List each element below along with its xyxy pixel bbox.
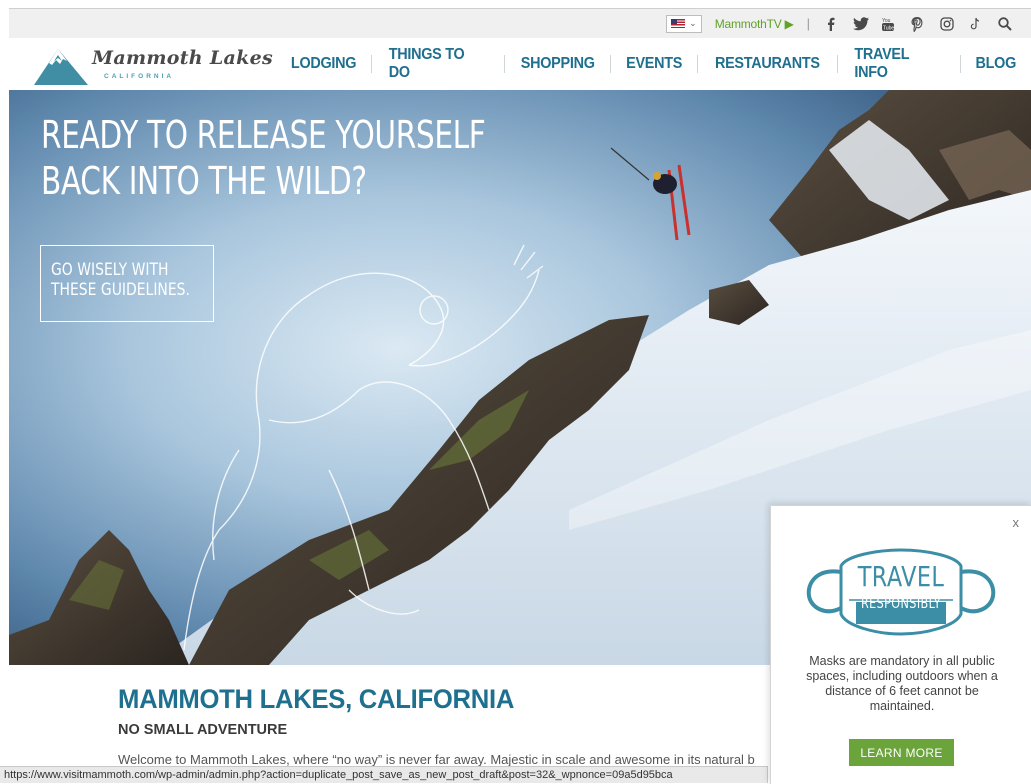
travel-responsibly-popup: x TRAVEL RESPONSIBLY Masks are mandatory… (770, 505, 1031, 784)
nav-item-restaurants[interactable]: RESTAURANTS (703, 55, 832, 73)
nav-divider (610, 55, 612, 73)
facebook-icon[interactable] (823, 16, 839, 32)
logo-wordmark: Mammoth Lakes (92, 47, 273, 69)
hero-headline-line-2: BACK INTO THE WILD? (41, 159, 367, 203)
window-edge (0, 0, 9, 783)
nav-divider (837, 55, 839, 73)
popup-message: Masks are mandatory in all public spaces… (806, 654, 998, 713)
instagram-icon[interactable] (939, 16, 955, 32)
guidelines-button-line-1: GO WISELY WITH (51, 260, 169, 280)
close-icon[interactable]: x (1013, 515, 1020, 530)
language-selector[interactable]: ⌄ (666, 14, 702, 33)
tiktok-icon[interactable] (968, 16, 984, 32)
page-title: MAMMOTH LAKES, CALIFORNIA (118, 684, 515, 714)
page-subtitle: NO SMALL ADVENTURE (118, 722, 288, 738)
mammoth-lakes-logo[interactable]: Mammoth Lakes CALIFORNIA (34, 43, 294, 87)
mammoth-tv-label: MammothTV (714, 16, 782, 31)
guidelines-button-line-2: THESE GUIDELINES. (51, 280, 190, 300)
logo-subtitle: CALIFORNIA (104, 73, 175, 80)
badge-responsibly-text: RESPONSIBLY (860, 596, 941, 612)
nav-item-lodging[interactable]: LODGING (291, 55, 368, 73)
nav-divider (371, 55, 373, 73)
nav-item-things-to-do[interactable]: THINGS TO DO (377, 46, 499, 82)
nav-item-events[interactable]: EVENTS (614, 55, 694, 73)
badge-travel-text: TRAVEL (857, 560, 945, 593)
nav-divider (503, 55, 505, 73)
nav-menu: LODGING THINGS TO DO SHOPPING EVENTS RES… (288, 38, 1031, 90)
intro-paragraph: Welcome to Mammoth Lakes, where “no way”… (118, 752, 755, 767)
us-flag-icon (671, 19, 686, 28)
learn-more-button[interactable]: LEARN MORE (849, 739, 954, 766)
svg-text:Tube: Tube (883, 25, 894, 31)
hero-headline: READY TO RELEASE YOURSELF BACK INTO THE … (41, 112, 486, 204)
pinterest-icon[interactable] (910, 16, 926, 32)
nav-item-travel-info[interactable]: TRAVEL INFO (842, 46, 956, 82)
youtube-icon[interactable]: You Tube (881, 16, 897, 32)
guidelines-button[interactable]: GO WISELY WITH THESE GUIDELINES. (40, 245, 214, 322)
utility-separator: | (806, 16, 810, 31)
nav-divider (697, 55, 699, 73)
hero-headline-line-1: READY TO RELEASE YOURSELF (41, 113, 486, 157)
search-icon[interactable] (997, 16, 1013, 32)
mammoth-tv-link[interactable]: MammothTV ▶ (715, 17, 794, 31)
main-navigation: Mammoth Lakes CALIFORNIA LODGING THINGS … (9, 38, 1031, 90)
play-icon: ▶ (784, 16, 794, 31)
nav-item-blog[interactable]: BLOG (964, 55, 1029, 73)
mountain-logo-icon (34, 49, 88, 85)
browser-status-bar: https://www.visitmammoth.com/wp-admin/ad… (0, 766, 768, 783)
nav-item-shopping[interactable]: SHOPPING (509, 55, 607, 73)
utility-bar: ⌄ MammothTV ▶ | You Tube (9, 9, 1031, 38)
twitter-icon[interactable] (852, 16, 869, 32)
chevron-down-icon: ⌄ (689, 18, 697, 28)
nav-divider (960, 55, 962, 73)
travel-responsibly-badge: TRAVEL RESPONSIBLY (801, 544, 1001, 639)
